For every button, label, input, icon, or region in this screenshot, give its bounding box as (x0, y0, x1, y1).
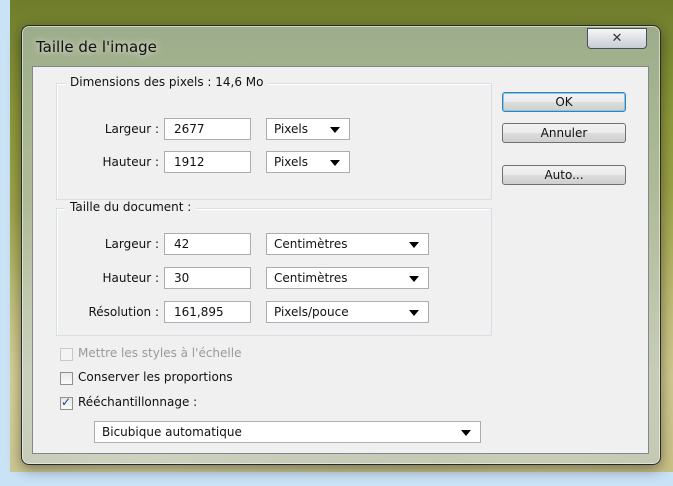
checkmark-icon: ✓ (61, 395, 72, 409)
pixel-height-input[interactable]: 1912 (164, 151, 251, 173)
pixel-width-label: Largeur : (104, 122, 159, 136)
chevron-down-icon (461, 430, 471, 436)
chevron-down-icon (330, 160, 340, 166)
ok-button[interactable]: OK (502, 92, 626, 112)
pixel-width-input[interactable]: 2677 (164, 118, 251, 140)
resolution-label: Résolution : (88, 305, 159, 319)
close-button[interactable]: ✕ (587, 28, 647, 49)
document-width-unit-select[interactable]: Centimètres (266, 233, 429, 255)
resample-label: Rééchantillonnage : (78, 395, 198, 409)
resolution-input[interactable]: 161,895 (164, 301, 251, 323)
close-icon: ✕ (611, 31, 623, 46)
document-height-unit-select[interactable]: Centimètres (266, 267, 429, 289)
resample-method-select[interactable]: Bicubique automatique (94, 421, 481, 443)
pixel-height-label: Hauteur : (102, 155, 159, 169)
pixel-width-unit-value: Pixels (274, 122, 309, 136)
resample-checkbox[interactable]: ✓ (60, 395, 73, 410)
scale-styles-checkbox[interactable] (60, 348, 73, 361)
resample-method-value: Bicubique automatique (102, 425, 242, 439)
chevron-down-icon (409, 310, 419, 316)
pixel-dimensions-legend: Dimensions des pixels : 14,6 Mo (65, 75, 269, 89)
pixel-height-unit-value: Pixels (274, 155, 309, 169)
pixel-dimensions-group: Dimensions des pixels : 14,6 Mo (56, 75, 492, 200)
document-height-label: Hauteur : (102, 271, 159, 285)
chevron-down-icon (409, 276, 419, 282)
pixel-width-unit-select[interactable]: Pixels (266, 118, 350, 140)
resolution-unit-select[interactable]: Pixels/pouce (266, 301, 429, 323)
auto-button[interactable]: Auto... (502, 165, 626, 185)
pixel-height-unit-select[interactable]: Pixels (266, 151, 350, 173)
window-title: Taille de l'image (36, 38, 157, 56)
document-height-unit-value: Centimètres (274, 271, 348, 285)
chevron-down-icon (409, 242, 419, 248)
document-size-legend: Taille du document : (65, 200, 197, 214)
document-width-label: Largeur : (104, 237, 159, 251)
constrain-proportions-checkbox[interactable] (60, 372, 73, 385)
image-size-window: Taille de l'image ✕ Dimensions des pixel… (21, 25, 661, 465)
dialog-body: Dimensions des pixels : 14,6 Mo Largeur … (32, 66, 649, 454)
cancel-button[interactable]: Annuler (502, 123, 626, 143)
resolution-unit-value: Pixels/pouce (274, 305, 349, 319)
constrain-proportions-label: Conserver les proportions (78, 370, 233, 384)
document-height-input[interactable]: 30 (164, 267, 251, 289)
document-width-unit-value: Centimètres (274, 237, 348, 251)
scale-styles-label: Mettre les styles à l'échelle (78, 346, 242, 360)
document-width-input[interactable]: 42 (164, 233, 251, 255)
chevron-down-icon (330, 127, 340, 133)
